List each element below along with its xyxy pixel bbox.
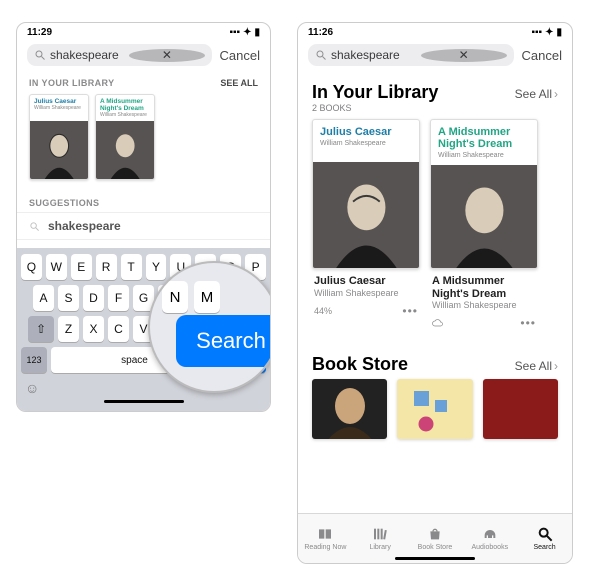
store-book[interactable] xyxy=(312,379,387,439)
library-header-label: IN YOUR LIBRARY xyxy=(29,78,115,88)
status-bar: 11:29 ▪▪▪ ✦ ▮ xyxy=(17,23,270,40)
see-all-link[interactable]: See All› xyxy=(515,87,558,101)
bag-icon xyxy=(426,526,444,542)
key-r[interactable]: R xyxy=(96,254,117,280)
book-author: William Shakespeare xyxy=(314,288,418,298)
key-w[interactable]: W xyxy=(46,254,67,280)
cancel-button[interactable]: Cancel xyxy=(522,48,562,63)
book-cover-title: Julius Caesar xyxy=(320,126,412,138)
key-t[interactable]: T xyxy=(121,254,142,280)
store-book[interactable] xyxy=(483,379,558,439)
right-phone: 11:26 ▪▪▪✦▮ shakespeare ✕ Cancel In Your… xyxy=(297,22,573,564)
search-icon xyxy=(315,49,327,61)
book-cover-art xyxy=(30,121,88,179)
library-bookshelf: Julius CaesarWilliam Shakespeare Julius … xyxy=(298,113,572,338)
book-progress: 44% xyxy=(314,306,332,316)
book-title: Julius Caesar xyxy=(314,275,418,288)
book-open-icon xyxy=(316,526,334,542)
search-field[interactable]: shakespeare ✕ xyxy=(27,44,212,66)
status-icons: ▪▪▪✦▮ xyxy=(531,27,562,38)
store-bookshelf xyxy=(298,375,572,439)
key-c[interactable]: C xyxy=(108,316,129,342)
key-e[interactable]: E xyxy=(71,254,92,280)
key-z[interactable]: Z xyxy=(58,316,79,342)
library-book[interactable]: Julius CaesarWilliam Shakespeare xyxy=(29,94,89,180)
library-header-label: In Your Library xyxy=(312,82,438,103)
book-author: William Shakespeare xyxy=(34,105,84,111)
home-indicator[interactable] xyxy=(395,557,475,560)
chevron-right-icon: › xyxy=(554,359,558,373)
book-cover-author: William Shakespeare xyxy=(438,152,530,159)
key-y[interactable]: Y xyxy=(146,254,167,280)
key-d[interactable]: D xyxy=(83,285,104,311)
wifi-icon: ✦ xyxy=(243,27,251,38)
clear-icon[interactable]: ✕ xyxy=(129,49,204,62)
clear-icon[interactable]: ✕ xyxy=(421,49,507,62)
left-phone: 11:29 ▪▪▪ ✦ ▮ shakespeare ✕ Cancel IN YO… xyxy=(16,22,271,412)
book-cover-art xyxy=(313,162,419,268)
book-cover-art xyxy=(96,121,154,179)
key-a[interactable]: A xyxy=(33,285,54,311)
cancel-button[interactable]: Cancel xyxy=(220,48,260,63)
status-time: 11:29 xyxy=(27,27,52,38)
zoom-callout: NM Search xyxy=(148,261,271,393)
book-cover-author: William Shakespeare xyxy=(320,140,412,147)
home-indicator[interactable] xyxy=(104,400,184,403)
see-all-link[interactable]: See All› xyxy=(515,359,558,373)
key-q[interactable]: Q xyxy=(21,254,42,280)
key-numeric[interactable]: 123 xyxy=(21,347,47,373)
signal-icon: ▪▪▪ xyxy=(229,27,240,38)
search-icon xyxy=(34,49,46,61)
library-book[interactable]: Julius CaesarWilliam Shakespeare Julius … xyxy=(312,119,420,330)
headphones-icon xyxy=(481,526,499,542)
book-author: William Shakespeare xyxy=(432,300,536,310)
book-title: A Midsummer Night's Dream xyxy=(100,98,150,112)
cloud-icon xyxy=(432,317,444,329)
search-value: shakespeare xyxy=(50,48,125,62)
book-title: Julius Caesar xyxy=(34,98,84,105)
store-book[interactable] xyxy=(397,379,472,439)
key-shift[interactable]: ⇧ xyxy=(28,316,54,342)
tab-book-store[interactable]: Book Store xyxy=(408,514,463,563)
library-book[interactable]: A Midsummer Night's DreamWilliam Shakesp… xyxy=(430,119,538,330)
battery-icon: ▮ xyxy=(254,27,260,38)
library-books-row: Julius CaesarWilliam Shakespeare A Midsu… xyxy=(17,92,270,190)
suggestion-item[interactable]: shakespeare xyxy=(17,212,270,239)
tab-audiobooks[interactable]: Audiobooks xyxy=(462,514,517,563)
status-time: 11:26 xyxy=(308,27,333,38)
tab-library[interactable]: Library xyxy=(353,514,408,563)
search-bar: shakespeare ✕ Cancel xyxy=(298,40,572,72)
more-icon[interactable]: ••• xyxy=(520,316,536,330)
store-header-label: Book Store xyxy=(312,354,408,375)
zoom-search-button[interactable]: Search xyxy=(176,315,271,367)
book-cover-title: A Midsummer Night's Dream xyxy=(438,126,530,150)
search-value: shakespeare xyxy=(331,48,417,62)
search-icon xyxy=(29,221,40,232)
store-section-header: Book Store See All› xyxy=(298,338,572,375)
status-icons: ▪▪▪ ✦ ▮ xyxy=(229,27,260,38)
key-f[interactable]: F xyxy=(108,285,129,311)
suggestions-header: SUGGESTIONS xyxy=(17,190,270,212)
key-s[interactable]: S xyxy=(58,285,79,311)
book-author: William Shakespeare xyxy=(100,112,150,118)
books-icon xyxy=(371,526,389,542)
book-cover-art xyxy=(431,165,537,269)
chevron-right-icon: › xyxy=(554,87,558,101)
key-x[interactable]: X xyxy=(83,316,104,342)
library-section-header: IN YOUR LIBRARY SEE ALL xyxy=(17,72,270,92)
library-book[interactable]: A Midsummer Night's DreamWilliam Shakesp… xyxy=(95,94,155,180)
search-bar: shakespeare ✕ Cancel xyxy=(17,40,270,72)
library-count: 2 BOOKS xyxy=(312,103,438,113)
search-icon xyxy=(536,526,554,542)
status-bar: 11:26 ▪▪▪✦▮ xyxy=(298,23,572,40)
library-section-header: In Your Library 2 BOOKS See All› xyxy=(298,72,572,113)
see-all-link[interactable]: SEE ALL xyxy=(220,78,258,88)
tab-search[interactable]: Search xyxy=(517,514,572,563)
tab-reading-now[interactable]: Reading Now xyxy=(298,514,353,563)
book-title: A Midsummer Night's Dream xyxy=(432,275,536,300)
search-field[interactable]: shakespeare ✕ xyxy=(308,44,514,66)
more-icon[interactable]: ••• xyxy=(402,304,418,318)
tab-bar: Reading Now Library Book Store Audiobook… xyxy=(298,513,572,563)
